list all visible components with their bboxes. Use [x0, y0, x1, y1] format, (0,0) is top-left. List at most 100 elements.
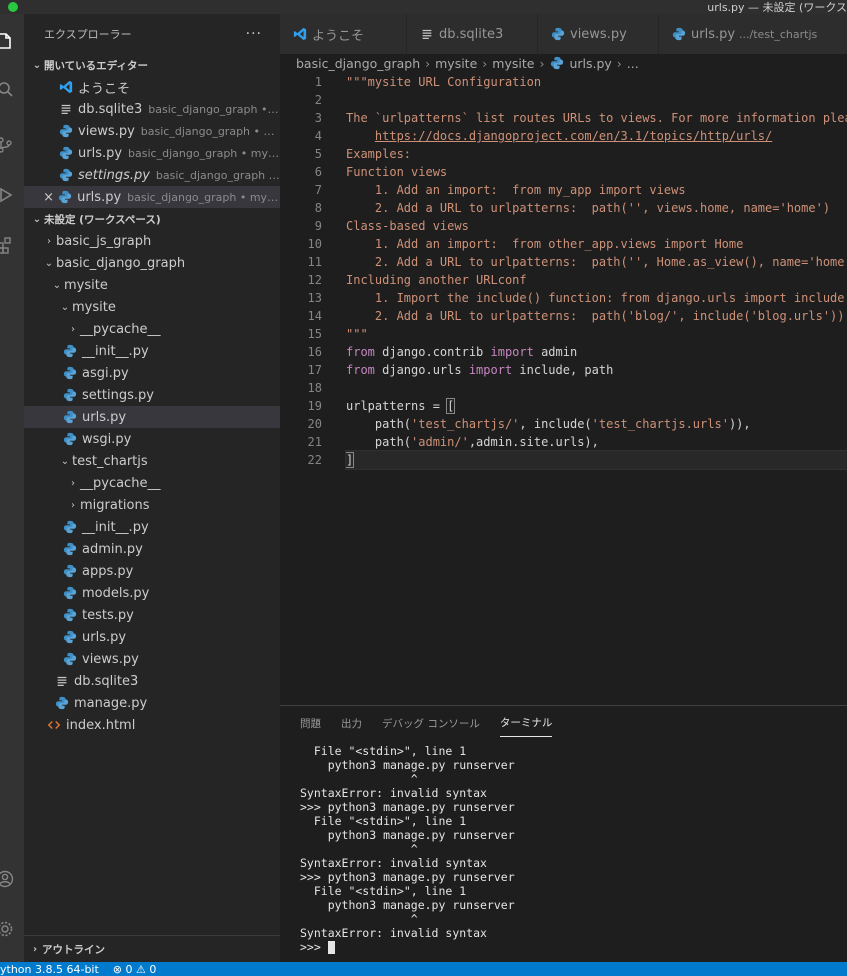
python-interpreter[interactable]: ython 3.8.5 64-bit — [0, 963, 99, 976]
open-editor-item[interactable]: urls.py basic_django_graph • mysit... — [24, 142, 280, 164]
tree-folder[interactable]: › migrations — [24, 494, 280, 516]
terminal-prompt-line[interactable]: >>> — [300, 940, 847, 954]
line-number: 12 — [307, 273, 322, 287]
open-editor-label: urls.py — [77, 189, 122, 205]
problems-status[interactable]: ⊗ 0 ⚠ 0 — [113, 963, 157, 976]
code-editor[interactable]: 1 2 3 4 5 6 7 8 9 10 11 12 13 14 15 16 1… — [280, 73, 847, 705]
tree-file[interactable]: __init__.py — [24, 340, 280, 362]
files-icon[interactable] — [0, 32, 14, 50]
open-editor-item[interactable]: ようこそ — [24, 76, 280, 98]
extensions-icon[interactable] — [0, 236, 14, 254]
tab-terminal[interactable]: ターミナル — [499, 709, 553, 737]
code-text: ,admin.site.urls), — [468, 435, 599, 449]
tree-folder[interactable]: ⌄ mysite — [24, 274, 280, 296]
tree-file[interactable]: db.sqlite3 — [24, 670, 280, 692]
python-icon — [62, 365, 78, 381]
terminal-line: SyntaxError: invalid syntax — [300, 786, 487, 800]
tab-problems[interactable]: 問題 — [300, 710, 321, 737]
account-icon[interactable] — [0, 870, 14, 888]
open-editor-desc: basic_django_graph • m... — [148, 102, 280, 116]
tab-views-py[interactable]: views.py — [538, 14, 659, 54]
line-number: 18 — [307, 381, 322, 395]
doc-link[interactable]: https://docs.djangoproject.com/en/3.1/to… — [375, 129, 772, 143]
code-line: 2. Add a URL to urlpatterns: path('', Ho… — [346, 255, 847, 269]
breadcrumb-item[interactable]: mysite — [435, 56, 477, 71]
tree-label: apps.py — [82, 563, 134, 579]
tree-label: index.html — [66, 717, 136, 733]
tree-label: urls.py — [82, 629, 127, 645]
tab-welcome[interactable]: ようこそ — [280, 14, 407, 54]
string-literal: 'test_chartjs.urls' — [591, 417, 729, 431]
tree-file[interactable]: apps.py — [24, 560, 280, 582]
tree-file[interactable]: manage.py — [24, 692, 280, 714]
tab-label: db.sqlite3 — [439, 26, 504, 42]
tree-file[interactable]: asgi.py — [24, 362, 280, 384]
tree-folder[interactable]: ⌄ basic_django_graph — [24, 252, 280, 274]
terminal-output[interactable]: File "<stdin>", line 1 python3 manage.py… — [300, 744, 847, 954]
outline-section[interactable]: › アウトライン — [24, 935, 284, 962]
tab-db-sqlite3[interactable]: db.sqlite3 — [407, 14, 538, 54]
tab-debug-console[interactable]: デバッグ コンソール — [382, 710, 480, 737]
line-number: 15 — [307, 327, 322, 341]
tree-folder[interactable]: › basic_js_graph — [24, 230, 280, 252]
editor-tabs: ようこそ db.sqlite3 views.py urls.py .../tes… — [280, 14, 847, 54]
workspace-section[interactable]: ⌄ 未設定 (ワークスペース) — [24, 208, 280, 230]
source-control-icon[interactable] — [0, 136, 14, 154]
open-editor-label: views.py — [78, 123, 135, 139]
search-icon[interactable] — [0, 80, 14, 98]
tree-file[interactable]: admin.py — [24, 538, 280, 560]
tree-file[interactable]: settings.py — [24, 384, 280, 406]
line-number: 3 — [314, 111, 322, 125]
breadcrumb-item[interactable]: ... — [627, 56, 639, 71]
tree-folder[interactable]: › __pycache__ — [24, 472, 280, 494]
open-editor-item[interactable]: db.sqlite3 basic_django_graph • m... — [24, 98, 280, 120]
code-line: path('test_chartjs/', include('test_char… — [346, 415, 847, 433]
code-line: The `urlpatterns` list routes URLs to vi… — [346, 111, 847, 125]
close-icon[interactable]: × — [42, 190, 55, 205]
more-actions-button[interactable]: ··· — [246, 26, 262, 42]
keyword: import — [468, 363, 513, 377]
string-literal: 'admin/' — [411, 435, 469, 449]
tree-file[interactable]: index.html — [24, 714, 280, 736]
breadcrumb-item[interactable]: basic_django_graph — [296, 56, 420, 71]
tree-label: asgi.py — [82, 365, 129, 381]
tree-file[interactable]: urls.py — [24, 626, 280, 648]
open-editor-desc: basic_django_graph • mysit... — [127, 190, 280, 204]
file-lines-icon — [58, 101, 74, 117]
tree-folder[interactable]: ⌄ test_chartjs — [24, 450, 280, 472]
open-editor-desc: basic_django_graph • my... — [140, 124, 280, 138]
chevron-right-icon: › — [425, 55, 431, 71]
code-line: from django.urls import include, path — [346, 361, 847, 379]
bottom-panel: 問題 出力 デバッグ コンソール ターミナル File "<stdin>", l… — [280, 705, 847, 963]
tree-file[interactable]: wsgi.py — [24, 428, 280, 450]
python-icon — [62, 431, 78, 447]
tree-file[interactable]: tests.py — [24, 604, 280, 626]
tree-file[interactable]: views.py — [24, 648, 280, 670]
python-icon — [58, 123, 74, 139]
open-editor-item[interactable]: views.py basic_django_graph • my... — [24, 120, 280, 142]
tree-file[interactable]: models.py — [24, 582, 280, 604]
breadcrumb-item[interactable]: urls.py — [569, 56, 611, 71]
tree-file[interactable]: __init__.py — [24, 516, 280, 538]
breadcrumb-item[interactable]: mysite — [492, 56, 534, 71]
run-debug-icon[interactable] — [0, 186, 14, 204]
terminal-prompt: >>> — [300, 940, 328, 954]
gear-icon[interactable] — [0, 920, 14, 938]
tab-urls-py-test-chartjs[interactable]: urls.py .../test_chartjs — [659, 14, 847, 54]
tree-folder[interactable]: › __pycache__ — [24, 318, 280, 340]
chevron-right-icon: › — [539, 55, 545, 71]
open-editor-item-active[interactable]: × urls.py basic_django_graph • mysit... — [24, 186, 280, 208]
tree-folder[interactable]: ⌄ mysite — [24, 296, 280, 318]
tab-output[interactable]: 出力 — [341, 710, 362, 737]
open-editor-item[interactable]: settings.py basic_django_graph • ... — [24, 164, 280, 186]
open-editors-section[interactable]: ⌄ 開いているエディター — [24, 54, 280, 76]
tree-label: basic_js_graph — [56, 233, 152, 249]
chevron-down-icon: ⌄ — [52, 279, 62, 291]
maximize-window-button[interactable] — [8, 2, 18, 12]
line-number: 7 — [314, 183, 322, 197]
terminal-line: SyntaxError: invalid syntax — [300, 856, 487, 870]
terminal-line: ^ — [300, 912, 418, 926]
tree-file-selected[interactable]: urls.py — [24, 406, 280, 428]
code-line-current: ] — [344, 450, 847, 470]
code-lines: """mysite URL Configuration The `urlpatt… — [344, 73, 847, 470]
